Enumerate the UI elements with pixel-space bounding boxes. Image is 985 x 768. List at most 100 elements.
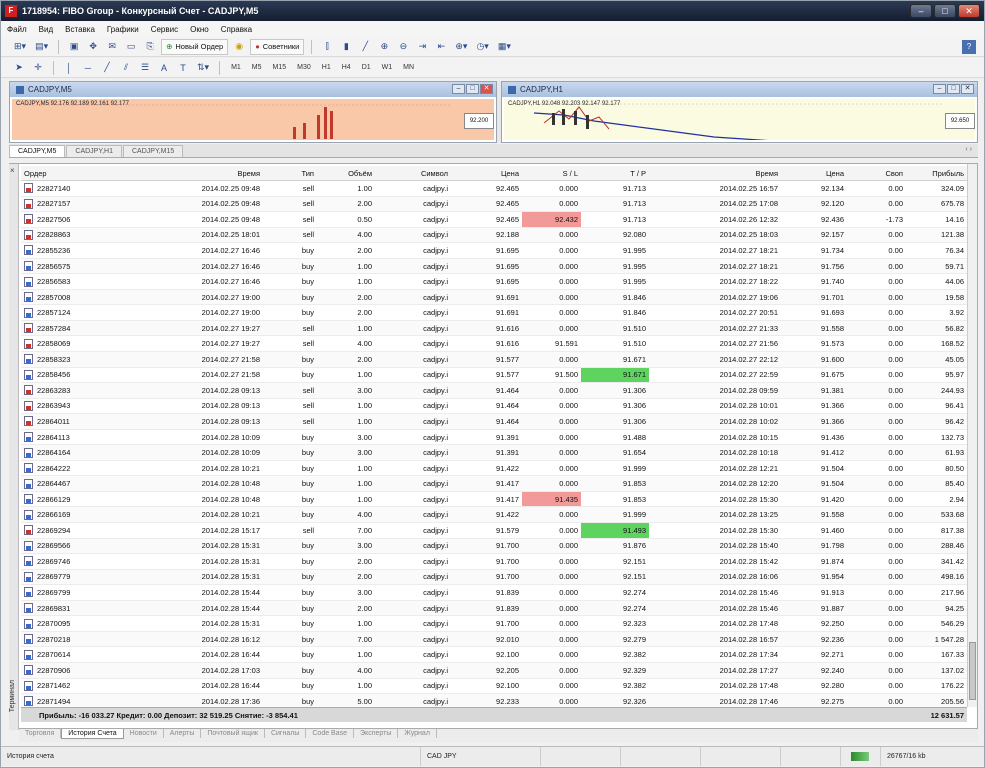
chart-minimize-button[interactable]: – xyxy=(452,84,465,94)
trendline-icon[interactable]: ╱ xyxy=(99,60,115,76)
scrollbar-thumb[interactable] xyxy=(969,642,976,700)
timeframe-m15[interactable]: M15 xyxy=(269,64,291,71)
menu-help[interactable]: Справка xyxy=(221,25,252,34)
crosshair-icon[interactable]: ✛ xyxy=(30,60,46,76)
chart-plot[interactable]: CADJPY,H1 92.048 92.203 92.147 92.177 92… xyxy=(504,99,975,140)
menu-window[interactable]: Окно xyxy=(190,25,209,34)
tab-signals[interactable]: Сигналы xyxy=(265,729,307,738)
cursor-icon[interactable]: ➤ xyxy=(11,60,27,76)
timeframe-m1[interactable]: M1 xyxy=(227,64,245,71)
tab-scroll-arrows-icon[interactable]: ‹ › xyxy=(965,146,972,153)
table-row[interactable]: 22864222 2014.02.28 10:21 buy 1.00 cadjpy.i 9… xyxy=(21,461,967,477)
column-header-type[interactable]: Тип xyxy=(263,166,317,180)
table-row[interactable]: 22827506 2014.02.25 09:48 sell 0.50 cadjpy.i… xyxy=(21,212,967,228)
table-row[interactable]: 22856575 2014.02.27 16:46 buy 1.00 cadjpy.i 9… xyxy=(21,258,967,275)
table-row[interactable]: 22869831 2014.02.28 15:44 buy 2.00 cadjpy.i 9… xyxy=(21,600,967,617)
table-row[interactable]: 22870095 2014.02.28 15:31 buy 1.00 cadjpy.i 9… xyxy=(21,616,967,632)
chart-shift-icon[interactable]: ⇤ xyxy=(433,39,449,55)
table-row[interactable]: 22827157 2014.02.25 09:48 sell 2.00 cadjpy.i… xyxy=(21,196,967,213)
table-row[interactable]: 22858323 2014.02.27 21:58 buy 2.00 cadjpy.i 9… xyxy=(21,352,967,368)
candlestick-icon[interactable]: ▮ xyxy=(338,39,354,55)
column-header-profit[interactable]: Прибыль xyxy=(906,166,967,180)
close-button[interactable]: ✕ xyxy=(958,4,980,18)
chart-maximize-button[interactable]: □ xyxy=(947,84,960,94)
table-row[interactable]: 22857008 2014.02.27 19:00 buy 2.00 cadjpy.i 9… xyxy=(21,289,967,306)
maximize-button[interactable]: □ xyxy=(934,4,956,18)
table-row[interactable]: 22863283 2014.02.28 09:13 sell 3.00 cadjpy.i… xyxy=(21,383,967,399)
chart-tab-cadjpy-h1[interactable]: CADJPY,H1 xyxy=(66,145,122,157)
table-row[interactable]: 22866129 2014.02.28 10:48 buy 1.00 cadjpy.i 9… xyxy=(21,491,967,508)
chart-minimize-button[interactable]: – xyxy=(933,84,946,94)
tab-trade[interactable]: Торговля xyxy=(19,729,62,738)
tab-mailbox[interactable]: Почтовый ящик xyxy=(201,729,265,738)
table-row[interactable]: 22870614 2014.02.28 16:44 buy 1.00 cadjpy.i 9… xyxy=(21,647,967,663)
menu-file[interactable]: Файл xyxy=(7,25,27,34)
table-row[interactable]: 22870218 2014.02.28 16:12 buy 7.00 cadjpy.i 9… xyxy=(21,631,967,648)
timeframe-h1[interactable]: H1 xyxy=(318,64,335,71)
advisors-button[interactable]: ● Советники xyxy=(250,38,305,55)
table-row[interactable]: 22869779 2014.02.28 15:31 buy 2.00 cadjpy.i 9… xyxy=(21,569,967,586)
fibonacci-icon[interactable]: ☰ xyxy=(137,60,153,76)
tab-experts[interactable]: Эксперты xyxy=(354,729,399,738)
menu-insert[interactable]: Вставка xyxy=(65,25,95,34)
column-header-volume[interactable]: Объём xyxy=(317,166,375,180)
timeframe-h4[interactable]: H4 xyxy=(338,64,355,71)
chart-close-button[interactable]: ✕ xyxy=(961,84,974,94)
minimize-button[interactable]: – xyxy=(910,4,932,18)
text-icon[interactable]: A xyxy=(156,60,172,76)
tab-code-base[interactable]: Code Base xyxy=(306,729,355,738)
label-icon[interactable]: T xyxy=(175,60,191,76)
new-order-button[interactable]: ⊕ Новый Ордер xyxy=(161,38,229,55)
chart-window-h1[interactable]: CADJPY,H1 – □ ✕ CADJPY,H1 92.048 92.203 92… xyxy=(501,81,978,143)
periods-icon[interactable]: ◷▾ xyxy=(473,39,491,55)
column-header-close-price[interactable]: Цена xyxy=(781,166,847,180)
profiles-icon[interactable]: ▤▾ xyxy=(32,39,51,55)
tab-journal[interactable]: Журнал xyxy=(398,729,437,738)
table-row[interactable]: 22866169 2014.02.28 10:21 buy 4.00 cadjpy.i 9… xyxy=(21,507,967,524)
table-row[interactable]: 22828863 2014.02.25 18:01 sell 4.00 cadjpy.i… xyxy=(21,227,967,244)
table-row[interactable]: 22864164 2014.02.28 10:09 buy 3.00 cadjpy.i 9… xyxy=(21,445,967,461)
menu-tools[interactable]: Сервис xyxy=(151,25,178,34)
table-row[interactable]: 22858069 2014.02.27 19:27 sell 4.00 cadjpy.i… xyxy=(21,336,967,353)
table-row[interactable]: 22869294 2014.02.28 15:17 sell 7.00 cadjpy.i… xyxy=(21,523,967,539)
table-row[interactable]: 22857284 2014.02.27 19:27 sell 1.00 cadjpy.i… xyxy=(21,320,967,337)
metaeditor-icon[interactable]: ◉ xyxy=(231,39,247,55)
table-row[interactable]: 22869799 2014.02.28 15:44 buy 3.00 cadjpy.i 9… xyxy=(21,585,967,601)
chart-plot[interactable]: CADJPY,M5 92.176 92.189 92.161 92.177 92… xyxy=(12,99,494,140)
chart-close-button[interactable]: ✕ xyxy=(480,84,493,94)
tab-alerts[interactable]: Алерты xyxy=(164,729,202,738)
table-row[interactable]: 22869746 2014.02.28 15:31 buy 2.00 cadjpy.i 9… xyxy=(21,554,967,570)
horizontal-line-icon[interactable]: ─ xyxy=(80,60,96,76)
timeframe-d1[interactable]: D1 xyxy=(358,64,375,71)
table-row[interactable]: 22857124 2014.02.27 19:00 buy 2.00 cadjpy.i 9… xyxy=(21,305,967,321)
table-row[interactable]: 22864011 2014.02.28 09:13 sell 1.00 cadjpy.i… xyxy=(21,414,967,430)
timeframe-m30[interactable]: M30 xyxy=(293,64,315,71)
tab-news[interactable]: Новости xyxy=(124,729,164,738)
chart-tab-cadjpy-m5[interactable]: CADJPY,M5 xyxy=(9,145,66,157)
table-row[interactable]: 22863943 2014.02.28 09:13 sell 1.00 cadjpy.i… xyxy=(21,399,967,415)
chart-maximize-button[interactable]: □ xyxy=(466,84,479,94)
table-row[interactable]: 22864113 2014.02.28 10:09 buy 3.00 cadjpy.i 9… xyxy=(21,430,967,446)
timeframe-w1[interactable]: W1 xyxy=(378,64,397,71)
table-row[interactable]: 22869566 2014.02.28 15:31 buy 3.00 cadjpy.i 9… xyxy=(21,538,967,555)
timeframe-mn[interactable]: MN xyxy=(399,64,418,71)
zoom-out-icon[interactable]: ⊖ xyxy=(395,39,411,55)
indicators-icon[interactable]: ⊕▾ xyxy=(452,39,470,55)
table-scrollbar[interactable] xyxy=(967,164,977,707)
column-header-symbol[interactable]: Символ xyxy=(375,166,451,180)
chart-window-titlebar[interactable]: CADJPY,H1 xyxy=(502,82,977,97)
table-row[interactable]: 22870906 2014.02.28 17:03 buy 4.00 cadjpy.i 9… xyxy=(21,662,967,679)
tester-icon[interactable]: ⎘ xyxy=(142,39,158,55)
column-header-open-time[interactable]: Время xyxy=(165,166,263,180)
help-icon[interactable]: ? xyxy=(962,40,976,54)
bar-chart-icon[interactable]: ⫿ xyxy=(319,39,335,55)
vertical-line-icon[interactable]: │ xyxy=(61,60,77,76)
table-row[interactable]: 22856583 2014.02.27 16:46 buy 1.00 cadjpy.i 9… xyxy=(21,274,967,290)
chart-window-titlebar[interactable]: CADJPY,M5 xyxy=(10,82,496,97)
table-row[interactable]: 22858456 2014.02.27 21:58 buy 1.00 cadjpy.i 9… xyxy=(21,367,967,384)
menu-charts[interactable]: Графики xyxy=(107,25,139,34)
data-window-icon[interactable]: ✥ xyxy=(85,39,101,55)
column-header-order[interactable]: Ордер xyxy=(21,166,165,180)
templates-icon[interactable]: ▦▾ xyxy=(495,39,514,55)
column-header-open-price[interactable]: Цена xyxy=(451,166,522,180)
